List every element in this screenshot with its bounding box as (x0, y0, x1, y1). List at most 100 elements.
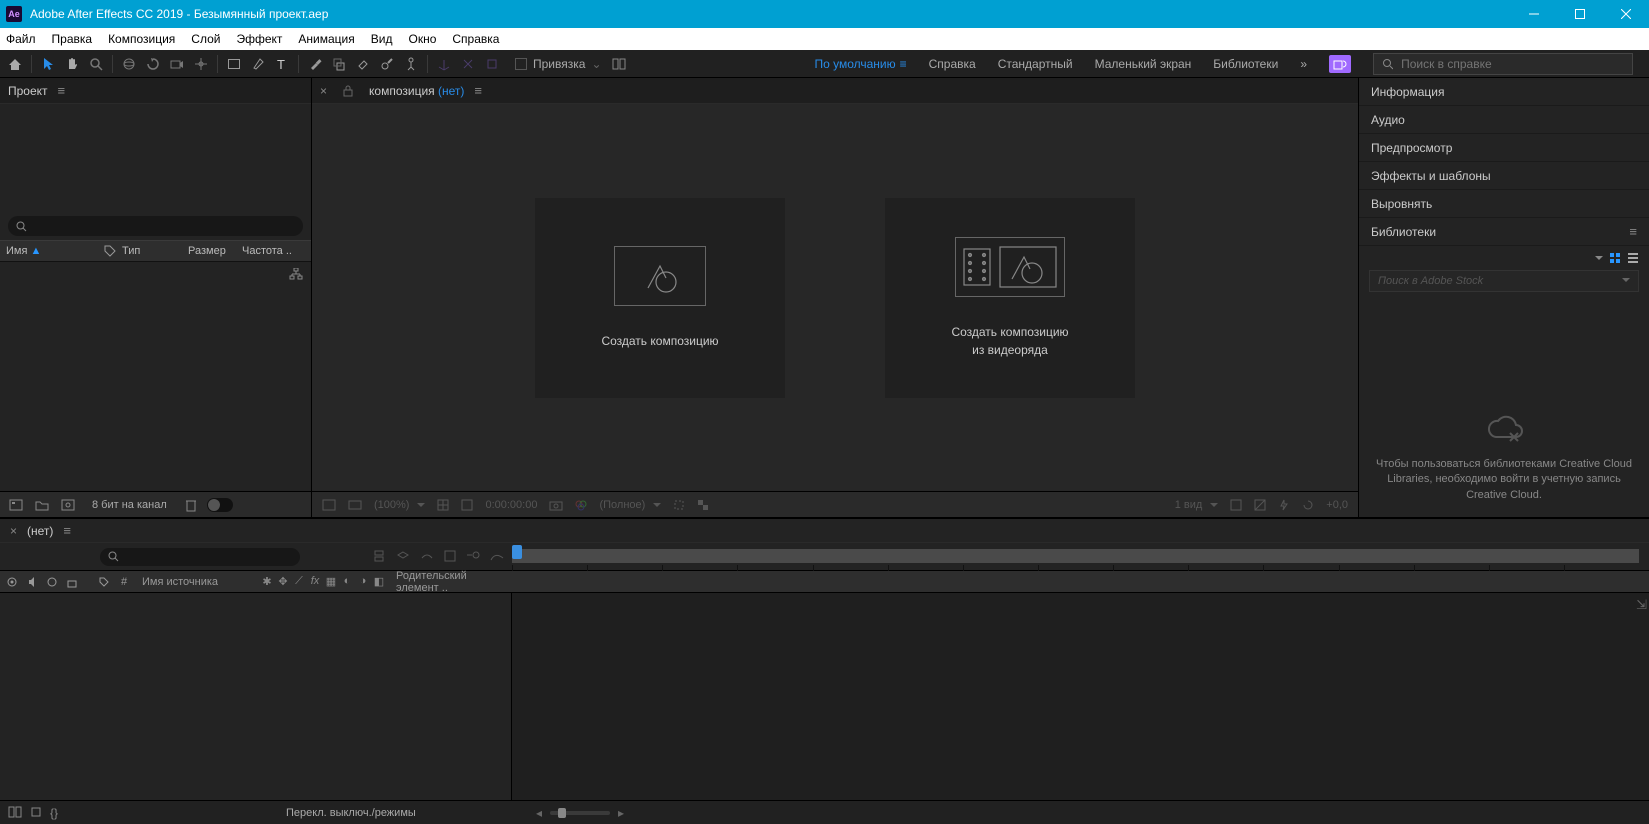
anchor-tool[interactable] (190, 53, 212, 75)
new-folder-icon[interactable] (32, 496, 52, 514)
brainstorm-icon[interactable]: {} (50, 806, 58, 820)
col-name[interactable]: Имя (6, 245, 27, 257)
new-composition-from-footage-card[interactable]: Создать композициюиз видеоряда (885, 198, 1135, 398)
workspace-small[interactable]: Маленький экран (1095, 57, 1192, 71)
tab-close-icon[interactable]: × (10, 524, 17, 538)
view-layout-icon[interactable] (1226, 499, 1246, 511)
parent-col[interactable]: Родительский элемент .. (390, 570, 508, 594)
timeline-layers-area[interactable] (0, 593, 512, 800)
menu-animation[interactable]: Анимация (298, 32, 354, 46)
lock-col-icon[interactable] (64, 576, 80, 588)
motion-blur-icon[interactable] (466, 550, 480, 564)
project-search[interactable] (8, 216, 303, 236)
view-axis-icon[interactable] (481, 53, 503, 75)
magnification-dropdown[interactable] (344, 499, 366, 511)
toggle-switches-icon[interactable] (8, 806, 22, 820)
composition-tab[interactable]: композиция (нет) (369, 84, 464, 98)
snapshot-icon[interactable] (545, 499, 567, 511)
puppet-tool[interactable] (400, 53, 422, 75)
new-comp-icon[interactable] (58, 496, 78, 514)
panel-menu-icon[interactable]: ≡ (58, 83, 66, 98)
current-time[interactable]: 0:00:00:00 (481, 499, 541, 511)
orbit-tool[interactable] (118, 53, 140, 75)
frame-blend-icon[interactable] (444, 550, 456, 564)
col-rate[interactable]: Частота .. (242, 245, 292, 257)
menu-composition[interactable]: Композиция (108, 32, 175, 46)
window-maximize-button[interactable] (1557, 0, 1603, 28)
rectangle-tool[interactable] (223, 53, 245, 75)
audio-col-icon[interactable] (24, 576, 40, 588)
menu-view[interactable]: Вид (371, 32, 393, 46)
always-preview-icon[interactable] (318, 499, 340, 511)
zoom-tool[interactable] (85, 53, 107, 75)
type-tool[interactable]: T (271, 53, 293, 75)
workspace-standard[interactable]: Стандартный (998, 57, 1073, 71)
brush-tool[interactable] (304, 53, 326, 75)
eraser-tool[interactable] (352, 53, 374, 75)
selection-tool[interactable] (37, 53, 59, 75)
label-col-icon[interactable] (96, 577, 112, 587)
timeline-search[interactable] (100, 548, 300, 566)
menu-help[interactable]: Справка (452, 32, 499, 46)
hand-tool[interactable] (61, 53, 83, 75)
stock-search-dropdown-icon[interactable] (1618, 275, 1630, 287)
clone-tool[interactable] (328, 53, 350, 75)
menu-effect[interactable]: Эффект (236, 32, 282, 46)
fast-previews-icon[interactable] (1274, 499, 1294, 511)
col-type[interactable]: Тип (122, 245, 182, 257)
project-toggle[interactable] (207, 498, 233, 512)
shy-icon[interactable] (420, 550, 434, 564)
world-axis-icon[interactable] (457, 53, 479, 75)
grid-view-icon[interactable] (1609, 252, 1621, 264)
col-size[interactable]: Размер (188, 245, 236, 257)
draft-3d-icon[interactable] (396, 550, 410, 564)
tab-close-icon[interactable]: × (320, 84, 327, 98)
lock-icon[interactable] (343, 85, 353, 97)
delete-icon[interactable] (181, 496, 201, 514)
panel-info[interactable]: Информация (1359, 78, 1649, 106)
resolution-dropdown[interactable]: (Полное) (595, 499, 665, 511)
panel-menu-icon[interactable]: ≡ (1629, 224, 1637, 239)
index-col[interactable]: # (116, 576, 132, 588)
transparency-grid-icon[interactable] (693, 499, 713, 511)
video-col-icon[interactable] (4, 577, 20, 587)
zoom-slider[interactable] (550, 811, 610, 815)
render-queue-icon[interactable] (30, 806, 42, 820)
workspace-default[interactable]: По умолчанию≡ (814, 57, 906, 71)
menu-window[interactable]: Окно (408, 32, 436, 46)
collapse-handle-icon[interactable]: ⇲ (1636, 597, 1647, 613)
mask-icon[interactable] (457, 499, 477, 511)
list-view-icon[interactable] (1627, 252, 1639, 264)
home-button[interactable] (4, 53, 26, 75)
toggle-modes-label[interactable]: Перекл. выключ./режимы (66, 807, 526, 819)
collapse-switch-icon[interactable]: ✥ (276, 575, 290, 588)
library-dropdown[interactable] (1591, 251, 1603, 265)
local-axis-icon[interactable] (433, 53, 455, 75)
quality-switch-icon[interactable]: ⟋ (292, 575, 306, 588)
window-minimize-button[interactable] (1511, 0, 1557, 28)
camera-tool[interactable] (166, 53, 188, 75)
project-tab[interactable]: Проект (8, 84, 48, 98)
panel-align[interactable]: Выровнять (1359, 190, 1649, 218)
interpret-footage-icon[interactable] (6, 496, 26, 514)
sync-settings-icon[interactable] (1329, 55, 1351, 73)
3d-switch-icon[interactable]: ◧ (372, 575, 386, 588)
roi-icon[interactable] (669, 499, 689, 511)
time-ruler[interactable] (512, 543, 1649, 571)
source-name-col[interactable]: Имя источника (136, 576, 256, 588)
exposure-value[interactable]: +0,0 (1322, 499, 1352, 511)
help-search[interactable] (1373, 53, 1633, 75)
playhead[interactable] (512, 545, 522, 559)
flowchart-icon[interactable] (289, 268, 303, 280)
workspace-learn[interactable]: Справка (929, 57, 976, 71)
project-search-input[interactable] (33, 220, 295, 232)
motion-blur-switch-icon[interactable]: ◐ (340, 575, 354, 588)
panel-preview[interactable]: Предпросмотр (1359, 134, 1649, 162)
timeline-tab[interactable]: (нет) (27, 524, 53, 538)
zoom-out-icon[interactable]: ◂ (536, 806, 542, 820)
new-composition-card[interactable]: Создать композицию (535, 198, 785, 398)
panel-menu-icon[interactable]: ≡ (63, 523, 71, 538)
graph-editor-icon[interactable] (490, 550, 504, 564)
timeline-tracks-area[interactable]: ⇲ (512, 593, 1649, 800)
views-dropdown[interactable]: 1 вид (1171, 499, 1223, 511)
